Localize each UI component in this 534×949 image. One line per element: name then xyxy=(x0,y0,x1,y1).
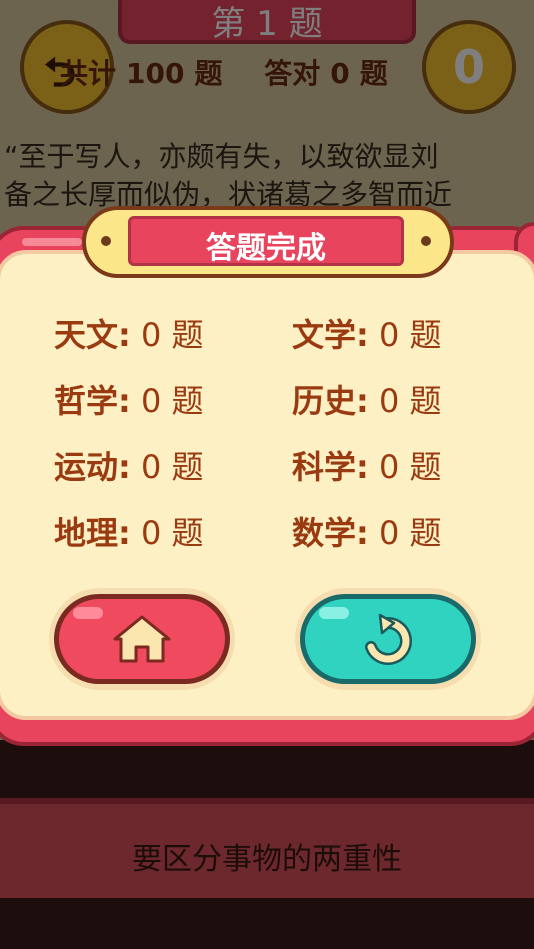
category-label: 哲学: xyxy=(54,382,131,420)
plate-rivet-right xyxy=(421,236,431,246)
category-label: 数学: xyxy=(292,514,369,552)
retry-button[interactable] xyxy=(300,594,476,684)
category-value: 0 题 xyxy=(140,316,204,354)
category-literature: 文学: 0 题 xyxy=(292,310,442,356)
plate-rivet-left xyxy=(101,236,111,246)
home-icon xyxy=(113,615,171,663)
category-value: 0 题 xyxy=(378,382,442,420)
category-value: 0 题 xyxy=(378,448,442,486)
category-value: 0 题 xyxy=(378,514,442,552)
retry-icon xyxy=(365,613,412,665)
category-geography: 地理: 0 题 xyxy=(54,508,204,554)
category-value: 0 题 xyxy=(378,316,442,354)
category-science: 科学: 0 题 xyxy=(292,442,442,488)
category-value: 0 题 xyxy=(140,382,204,420)
category-label: 地理: xyxy=(54,514,131,552)
dialog-title: 答题完成 xyxy=(206,231,326,266)
category-label: 运动: xyxy=(54,448,131,486)
category-astronomy: 天文: 0 题 xyxy=(54,310,204,356)
category-label: 历史: xyxy=(292,382,369,420)
category-label: 科学: xyxy=(292,448,369,486)
dialog-highlight xyxy=(22,238,82,246)
category-value: 0 题 xyxy=(140,448,204,486)
category-label: 天文: xyxy=(54,316,131,354)
category-philosophy: 哲学: 0 题 xyxy=(54,376,204,422)
category-sports: 运动: 0 题 xyxy=(54,442,204,488)
dialog-title-banner: 答题完成 xyxy=(128,216,404,266)
home-button[interactable] xyxy=(54,594,230,684)
category-label: 文学: xyxy=(292,316,369,354)
category-history: 历史: 0 题 xyxy=(292,376,442,422)
category-math: 数学: 0 题 xyxy=(292,508,442,554)
category-value: 0 题 xyxy=(140,514,204,552)
